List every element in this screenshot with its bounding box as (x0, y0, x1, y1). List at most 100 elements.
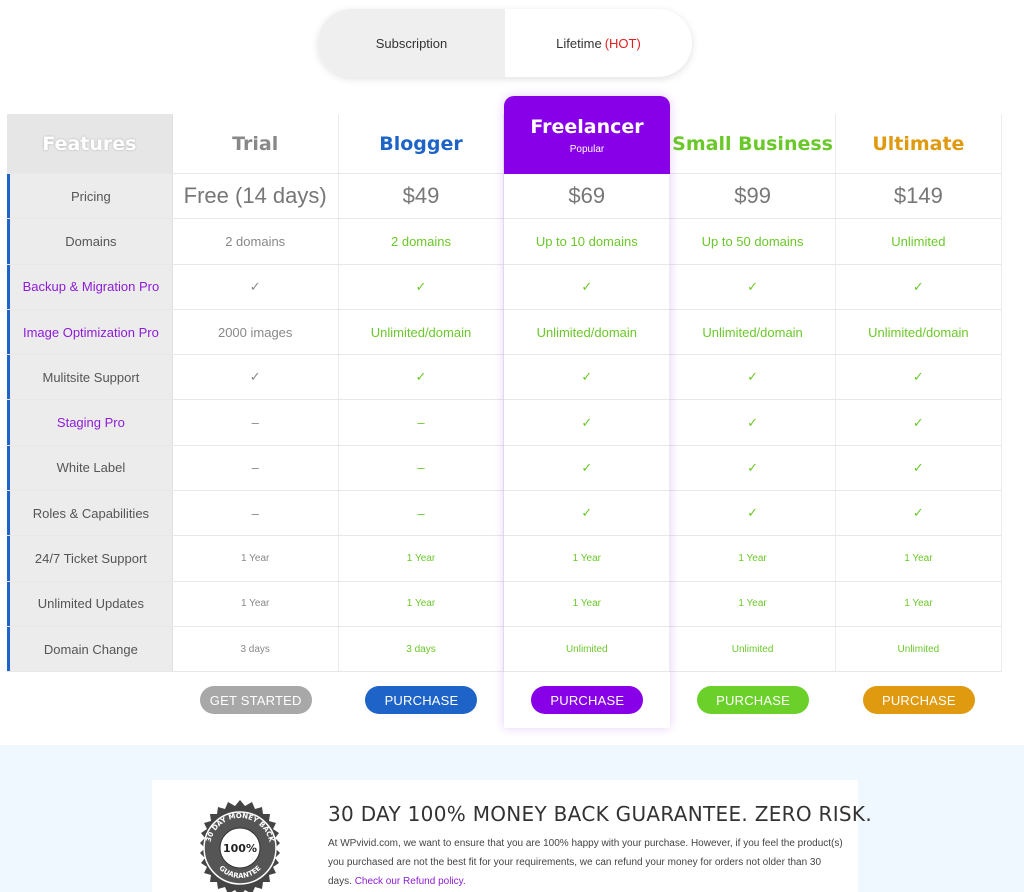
cell-pricing-ultimate: $149 (836, 174, 1002, 219)
cell-domains-blogger: 2 domains (339, 219, 505, 264)
cell-domain-change-small-business: Unlimited (670, 626, 836, 672)
cell-image-optimization-pro-ultimate: Unlimited/domain (836, 309, 1002, 355)
cell-pricing-small-business: $99 (670, 174, 836, 219)
cell-mulitsite-support-trial: ✓ (173, 355, 339, 400)
feature-roles-capabilities: Roles & Capabilities (7, 491, 173, 536)
button-cell-small-business: PURCHASE (670, 672, 836, 728)
feature-domains: Domains (7, 219, 173, 264)
cell-roles-capabilities-ultimate: ✓ (836, 491, 1002, 536)
subscription-label: Subscription (375, 35, 448, 51)
billing-toggle: Subscription Lifetime (HOT) (318, 9, 692, 77)
lifetime-tab[interactable]: Lifetime (HOT) (505, 9, 692, 77)
feature-staging-pro[interactable]: Staging Pro (7, 400, 173, 445)
cell-white-label-trial: – (173, 445, 339, 491)
cell-unlimited-updates-blogger: 1 Year (339, 581, 505, 626)
hot-badge: (HOT) (604, 35, 641, 51)
table-row: Domain Change 3 days 3 days Unlimited Unlimi… (7, 626, 1002, 673)
feature-mulitsite-support: Mulitsite Support (7, 355, 173, 400)
feature-image-optimization-pro[interactable]: Image Optimization Pro (7, 309, 173, 355)
cell-backup-migration-pro-trial: ✓ (173, 264, 339, 309)
purchase-button-freelancer[interactable]: PURCHASE (531, 686, 644, 715)
button-cell-blogger: PURCHASE (339, 672, 505, 728)
cell-domains-freelancer: Up to 10 domains (504, 219, 671, 264)
popular-badge: Popular (569, 143, 605, 155)
plan-name-freelancer: Freelancer (530, 115, 644, 138)
cell-roles-capabilities-trial: – (173, 491, 339, 536)
cell-unlimited-updates-freelancer: 1 Year (504, 581, 671, 626)
cell-backup-migration-pro-ultimate: ✓ (836, 264, 1002, 309)
purchase-button-small-business[interactable]: PURCHASE (697, 686, 810, 715)
cell-white-label-freelancer: ✓ (504, 445, 671, 491)
subscription-tab[interactable]: Subscription (318, 9, 505, 77)
cell-staging-pro-ultimate: ✓ (836, 400, 1002, 445)
table-row: 24/7 Ticket Support 1 Year 1 Year 1 Year 1 Y… (7, 536, 1002, 582)
feature-backup-migration-pro[interactable]: Backup & Migration Pro (7, 264, 173, 309)
cell-mulitsite-support-ultimate: ✓ (836, 355, 1002, 400)
button-cell-ultimate: PURCHASE (836, 672, 1002, 728)
table-row: Domains 2 domains 2 domains Up to 10 domain… (7, 219, 1002, 265)
cell-24-7-ticket-support-blogger: 1 Year (339, 536, 505, 581)
feature-unlimited-updates: Unlimited Updates (7, 581, 173, 626)
cell-image-optimization-pro-trial: 2000 images (173, 309, 339, 355)
buttons-row: GET STARTED PURCHASE PURCHASE PURCHASE PURCH… (7, 672, 1002, 728)
plan-name-blogger: Blogger (379, 132, 463, 155)
cell-domain-change-trial: 3 days (173, 626, 339, 672)
plan-name-ultimate: Ultimate (872, 132, 965, 155)
feature-white-label: White Label (7, 445, 173, 491)
buttons-row-spacer (7, 672, 173, 728)
plan-header-ultimate: Ultimate (836, 114, 1002, 173)
table-row: Mulitsite Support ✓ ✓ ✓ ✓ ✓ (7, 355, 1002, 401)
cell-backup-migration-pro-small-business: ✓ (670, 264, 836, 309)
table-row: Unlimited Updates 1 Year 1 Year 1 Year 1 Yea… (7, 581, 1002, 627)
pricing-table: Features Trial Blogger Small Business Ultima… (7, 114, 1002, 728)
cell-mulitsite-support-freelancer: ✓ (504, 355, 671, 400)
money-back-seal-icon: 30 DAY MONEY BACK 100% GUARANTEE (200, 800, 280, 892)
cell-image-optimization-pro-freelancer: Unlimited/domain (504, 309, 671, 355)
purchase-button-ultimate[interactable]: PURCHASE (862, 686, 975, 715)
cell-24-7-ticket-support-ultimate: 1 Year (836, 536, 1002, 581)
guarantee-card: 30 DAY MONEY BACK 100% GUARANTEE 30 DAY … (152, 780, 872, 892)
cell-roles-capabilities-small-business: ✓ (670, 491, 836, 536)
features-header-cell: Features (7, 114, 173, 173)
plan-header-trial: Trial (173, 114, 339, 173)
table-row: Staging Pro – – ✓ ✓ ✓ (7, 400, 1002, 446)
cell-mulitsite-support-blogger: ✓ (339, 355, 505, 400)
lifetime-label: Lifetime (556, 35, 602, 51)
cell-pricing-freelancer: $69 (504, 174, 671, 219)
cell-mulitsite-support-small-business: ✓ (670, 355, 836, 400)
cell-image-optimization-pro-blogger: Unlimited/domain (339, 309, 505, 355)
plan-header-freelancer: Freelancer Popular (504, 96, 670, 174)
table-row: Pricing Free (14 days) $49 $69 $99 $149 (7, 174, 1002, 220)
guarantee-text: At WPvivid.com, we want to ensure that y… (328, 834, 843, 891)
button-cell-freelancer: PURCHASE (504, 672, 670, 728)
cell-unlimited-updates-small-business: 1 Year (670, 581, 836, 626)
table-row: Backup & Migration Pro ✓ ✓ ✓ ✓ ✓ (7, 264, 1002, 310)
cell-roles-capabilities-blogger: – (339, 491, 505, 536)
cell-pricing-trial: Free (14 days) (173, 174, 339, 219)
table-row: White Label – – ✓ ✓ ✓ (7, 445, 1002, 492)
cell-backup-migration-pro-blogger: ✓ (339, 264, 505, 309)
seal-center-text: 100% (223, 842, 257, 855)
cell-roles-capabilities-freelancer: ✓ (504, 491, 671, 536)
get-started-button-trial[interactable]: GET STARTED (199, 686, 312, 715)
features-header: Features (42, 132, 137, 155)
cell-staging-pro-blogger: – (339, 400, 505, 445)
plan-name-small-business: Small Business (672, 132, 833, 155)
purchase-button-blogger[interactable]: PURCHASE (365, 686, 478, 715)
button-cell-trial: GET STARTED (173, 672, 339, 728)
cell-image-optimization-pro-small-business: Unlimited/domain (670, 309, 836, 355)
cell-white-label-blogger: – (339, 445, 505, 491)
refund-policy-link[interactable]: Check our Refund policy. (355, 876, 466, 887)
table-row: Image Optimization Pro 2000 images Unlimit… (7, 309, 1002, 356)
cell-domains-small-business: Up to 50 domains (670, 219, 836, 264)
cell-unlimited-updates-trial: 1 Year (173, 581, 339, 626)
cell-24-7-ticket-support-freelancer: 1 Year (504, 536, 671, 581)
table-row: Roles & Capabilities – – ✓ ✓ ✓ (7, 491, 1002, 537)
cell-staging-pro-freelancer: ✓ (504, 400, 671, 445)
cell-24-7-ticket-support-trial: 1 Year (173, 536, 339, 581)
cell-domain-change-freelancer: Unlimited (504, 626, 671, 672)
cell-white-label-small-business: ✓ (670, 445, 836, 491)
cell-staging-pro-small-business: ✓ (670, 400, 836, 445)
cell-domain-change-blogger: 3 days (339, 626, 505, 672)
cell-white-label-ultimate: ✓ (836, 445, 1002, 491)
